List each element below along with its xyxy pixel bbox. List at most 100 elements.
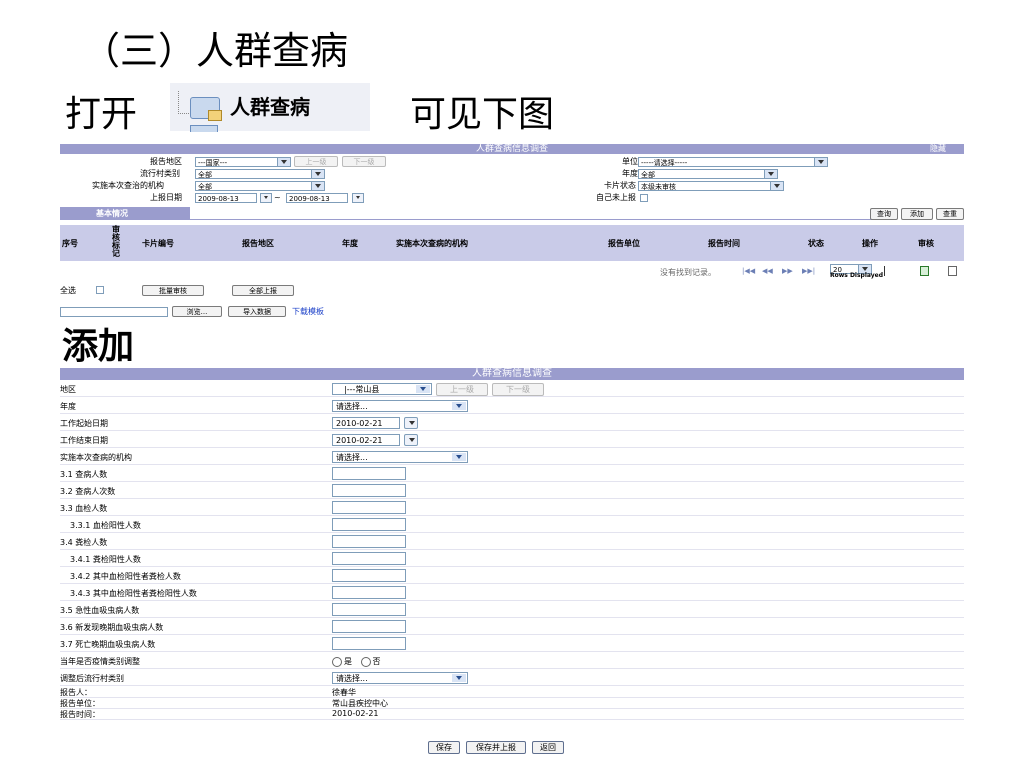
region-label: 报告地区 xyxy=(150,157,182,166)
chevron-down-icon xyxy=(277,158,290,166)
date-from-input[interactable]: 2009-08-13 xyxy=(195,193,257,203)
radio-no[interactable] xyxy=(360,656,371,667)
radio-no-label: 否 xyxy=(372,657,381,666)
prev-level-button[interactable]: 上一级 xyxy=(294,156,338,167)
year-label: 年度 xyxy=(622,169,638,178)
year-select[interactable]: 全部 xyxy=(638,169,778,179)
self-report-label: 自己未上报 xyxy=(596,193,636,202)
menu-tree-item[interactable]: 人群查病 xyxy=(170,83,370,132)
form-row-start-date: 工作起始日期 2010-02-21 xyxy=(60,415,964,431)
agency-select[interactable]: 全部 xyxy=(195,181,325,191)
field-label: 地区 xyxy=(60,385,76,394)
blood-pos-stool-pos-input[interactable] xyxy=(332,586,406,599)
pager-divider xyxy=(884,266,885,276)
stool-test-count-input[interactable] xyxy=(332,535,406,548)
region-select[interactable]: ---国家--- xyxy=(195,157,291,167)
form-row-reporter: 报告人： 徐春华 xyxy=(60,687,964,698)
report-all-button[interactable]: 全部上报 xyxy=(232,285,294,296)
advanced-deaths-input[interactable] xyxy=(332,637,406,650)
next-level-button[interactable]: 下一级 xyxy=(342,156,386,167)
file-path-input[interactable] xyxy=(60,307,168,317)
save-and-report-button[interactable]: 保存并上报 xyxy=(466,741,526,754)
field-label: 3.3 血检人数 xyxy=(60,504,108,513)
calendar-icon[interactable] xyxy=(260,193,272,203)
document-icon[interactable] xyxy=(948,266,957,276)
form-header: 人群查病信息调查 xyxy=(60,368,964,380)
chevron-down-icon xyxy=(452,402,466,410)
examined-count-input[interactable] xyxy=(332,467,406,480)
region-select[interactable]: |---常山县 xyxy=(332,383,432,395)
date-label: 上报日期 xyxy=(150,193,182,202)
blood-positive-input[interactable] xyxy=(332,518,406,531)
batch-review-button[interactable]: 批量审核 xyxy=(142,285,204,296)
field-label: 3.6 新发现晚期血吸虫病人数 xyxy=(60,623,164,632)
new-advanced-cases-input[interactable] xyxy=(332,620,406,633)
field-label: 工作起始日期 xyxy=(60,419,108,428)
start-date-input[interactable]: 2010-02-21 xyxy=(332,417,400,429)
form-row-region: 地区 |---常山县 上一级 下一级 xyxy=(60,381,964,397)
form-row-3-4: 3.4 粪检人数 xyxy=(60,534,964,550)
field-label: 当年是否疫情类别调整 xyxy=(60,657,140,666)
rows-displayed-label: Rows Displayed xyxy=(830,272,884,279)
report-time-label: 报告时间： xyxy=(60,710,100,719)
form-row-3-4-2: 3.4.2 其中血检阳性者粪检人数 xyxy=(60,568,964,584)
download-template-link[interactable]: 下载模板 xyxy=(292,306,324,317)
col-review-mark: 审核标记 xyxy=(112,225,120,258)
field-label: 3.1 查病人数 xyxy=(60,470,108,479)
import-data-button[interactable]: 导入数据 xyxy=(228,306,286,317)
add-button[interactable]: 添加 xyxy=(901,208,933,220)
village-type-select[interactable]: 全部 xyxy=(195,169,325,179)
reporter-value: 徐春华 xyxy=(332,688,356,697)
end-date-input[interactable]: 2010-02-21 xyxy=(332,434,400,446)
date-to-input[interactable]: 2009-08-13 xyxy=(286,193,348,203)
form-row-3-4-1: 3.4.1 粪检阳性人数 xyxy=(60,551,964,567)
see-below-text: 可见下图 xyxy=(410,94,555,135)
radio-yes-label: 是 xyxy=(344,657,352,666)
query-button[interactable]: 查询 xyxy=(870,208,898,220)
form-row-end-date: 工作结束日期 2010-02-21 xyxy=(60,432,964,448)
year-select[interactable]: 请选择... xyxy=(332,400,468,412)
blood-test-count-input[interactable] xyxy=(332,501,406,514)
hide-link[interactable]: 隐藏 xyxy=(930,144,946,154)
back-button[interactable]: 返回 xyxy=(532,741,564,754)
chevron-down-icon xyxy=(764,170,777,178)
basic-tab[interactable]: 基本情况 xyxy=(60,207,190,220)
adjusted-village-type-select[interactable]: 请选择... xyxy=(332,672,468,684)
blood-pos-stool-count-input[interactable] xyxy=(332,569,406,582)
calendar-icon[interactable] xyxy=(404,417,418,429)
examined-visits-input[interactable] xyxy=(332,484,406,497)
prev-page-icon[interactable]: ◀◀ xyxy=(762,267,773,275)
tab-divider xyxy=(190,219,874,220)
calendar-icon[interactable] xyxy=(404,434,418,446)
next-folder-icon xyxy=(190,125,218,132)
form-row-3-3-1: 3.3.1 血检阳性人数 xyxy=(60,517,964,533)
col-report-unit: 报告单位 xyxy=(608,239,640,248)
radio-yes[interactable] xyxy=(332,656,342,667)
calendar-icon[interactable] xyxy=(352,193,364,203)
card-status-label: 卡片状态 xyxy=(604,181,636,190)
self-report-checkbox[interactable] xyxy=(640,194,648,202)
prev-level-button[interactable]: 上一级 xyxy=(436,383,488,396)
select-all-checkbox[interactable] xyxy=(96,286,104,294)
card-status-select[interactable]: 本级未审核 xyxy=(638,181,784,191)
field-label: 3.4.2 其中血检阳性者粪检人数 xyxy=(70,572,181,581)
next-level-button[interactable]: 下一级 xyxy=(492,383,544,396)
stool-positive-input[interactable] xyxy=(332,552,406,565)
save-button[interactable]: 保存 xyxy=(428,741,460,754)
next-page-icon[interactable]: ▶▶ xyxy=(782,267,793,275)
agency-select[interactable]: 请选择... xyxy=(332,451,468,463)
col-agency: 实施本次查病的机构 xyxy=(396,239,468,248)
form-row-year: 年度 请选择... xyxy=(60,398,964,414)
browse-button[interactable]: 浏览... xyxy=(172,306,222,317)
first-page-icon[interactable]: |◀◀ xyxy=(742,267,755,275)
mail-folder-icon xyxy=(190,97,222,121)
excel-export-icon[interactable] xyxy=(920,266,929,276)
report-unit-value: 常山县疾控中心 xyxy=(332,699,388,708)
unit-select[interactable]: -----请选择----- xyxy=(638,157,828,167)
reset-button[interactable]: 查重 xyxy=(936,208,964,220)
village-type-label: 流行村类别 xyxy=(140,169,180,178)
field-label: 3.4.3 其中血检阳性者粪检阳性人数 xyxy=(70,589,197,598)
acute-cases-input[interactable] xyxy=(332,603,406,616)
last-page-icon[interactable]: ▶▶| xyxy=(802,267,815,275)
agency-label: 实施本次查治的机构 xyxy=(92,181,164,190)
